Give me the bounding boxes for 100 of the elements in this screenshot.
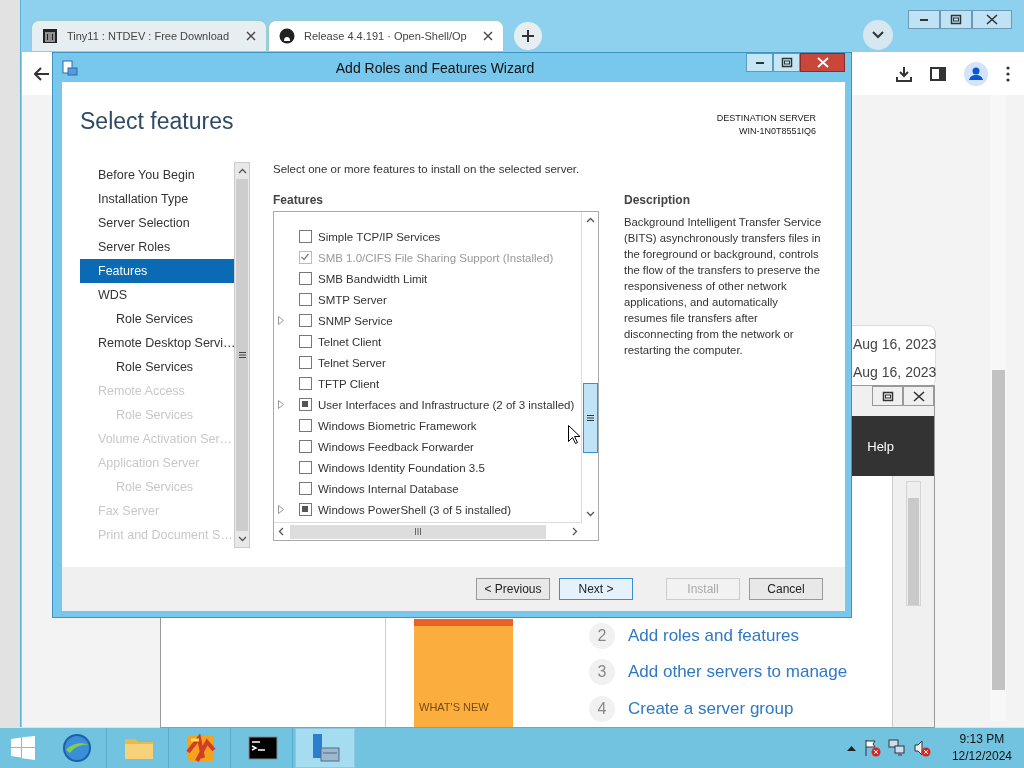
close-button[interactable] [800,53,845,72]
step-number: 3 [589,659,615,686]
maximize-button[interactable] [940,10,972,29]
network-icon[interactable] [887,739,906,757]
scroll-right-icon[interactable] [572,527,578,536]
wizard-step[interactable]: Installation Type [80,187,234,211]
scrollbar[interactable] [234,162,250,548]
checkbox[interactable] [299,230,312,243]
checkbox[interactable] [299,440,312,453]
scroll-down-icon[interactable] [237,536,247,542]
flag-icon[interactable] [862,739,881,757]
browser-tab[interactable]: Tiny11 : NTDEV : Free Download [31,20,267,52]
checkbox[interactable] [299,293,312,306]
browser-tab[interactable]: Release 4.4.191 · Open-Shell/Op [268,20,504,52]
checkbox[interactable] [299,482,312,495]
feature-label[interactable]: Telnet Server [318,356,386,369]
feature-label[interactable]: User Interfaces and Infrastructure (2 of 3 installed) [318,398,575,411]
close-icon[interactable] [483,31,493,41]
chevron-down-icon [872,31,884,39]
clock-date[interactable]: 12/12/2024 [951,748,1012,765]
whats-new-tile[interactable]: WHAT'S NEW [414,619,513,727]
feature-label[interactable]: Windows Identity Foundation 3.5 [318,461,485,474]
page-title: Select features [80,108,234,136]
scroll-left-icon[interactable] [278,527,284,536]
wizard-button[interactable]: < Previous [476,578,550,600]
expand-arrow-icon[interactable] [278,505,284,514]
scroll-up-icon[interactable] [585,217,595,223]
close-button[interactable] [972,10,1012,29]
scrollbar-thumb[interactable] [992,370,1005,690]
step-link[interactable]: Create a server group [628,698,794,719]
wizard-step[interactable]: WDS [80,283,234,307]
checkbox[interactable] [299,314,312,327]
section-heading: Description [624,193,691,209]
profile-icon[interactable] [964,61,988,86]
checkbox[interactable] [299,419,312,432]
checkbox[interactable] [299,461,312,474]
site-icon [279,28,295,44]
wizard-step[interactable]: Remote Desktop Servi… [80,331,234,355]
close-button[interactable] [903,386,934,406]
maximize-button[interactable] [773,53,800,72]
minimize-button[interactable] [746,53,773,72]
wizard-button[interactable]: Cancel [749,578,823,600]
tab-list-button[interactable] [863,20,893,50]
step-number: 2 [589,623,615,650]
grip-icon [586,415,594,421]
scroll-up-icon[interactable] [237,168,247,174]
feature-label[interactable]: Windows Feedback Forwarder [318,440,474,453]
close-icon[interactable] [246,31,256,41]
feature-label[interactable]: SMB Bandwidth Limit [318,272,428,285]
wizard-step[interactable]: Server Roles [80,235,234,259]
feature-label[interactable]: SNMP Service [318,314,393,327]
checkbox[interactable] [299,503,312,516]
step-link[interactable]: Add other servers to manage [628,662,848,683]
scrollbar-thumb[interactable] [582,383,598,453]
feature-label[interactable]: Simple TCP/IP Services [318,230,441,243]
help-menu[interactable]: Help [867,438,894,454]
destination-label: DESTINATION SERVER [716,112,816,125]
checkbox[interactable] [299,398,312,411]
maximize-button[interactable] [872,386,903,406]
checkbox[interactable] [299,335,312,348]
minimize-icon [755,61,764,64]
scrollbar-thumb[interactable] [290,524,546,539]
feature-label[interactable]: Windows Internal Database [318,482,459,495]
scrollbar[interactable] [274,522,582,540]
scrollbar[interactable] [990,95,1006,721]
back-arrow-icon[interactable] [34,66,50,81]
wizard-step[interactable]: Role Services [80,307,234,331]
tab-title: Tiny11 : NTDEV : Free Download [67,30,230,42]
wizard-step[interactable]: Role Services [80,355,234,379]
feature-label[interactable]: SMTP Server [318,293,387,306]
globe-icon [60,732,93,764]
maximize-icon [950,14,962,25]
checkbox[interactable] [299,356,312,369]
caret-up-icon[interactable] [846,745,856,751]
feature-label[interactable]: TFTP Client [318,377,380,390]
server-name: WIN-1N0T8551IQ6 [738,125,816,138]
feature-label[interactable]: Windows Biometric Framework [318,419,477,432]
wizard-button[interactable]: Next > [559,578,633,600]
feature-label[interactable]: Windows PowerShell (3 of 5 installed) [318,503,512,516]
grip-icon [415,528,421,535]
download-icon[interactable] [896,65,912,82]
clock-time[interactable]: 9:13 PM [959,731,1005,748]
feature-label[interactable]: Telnet Client [318,335,382,348]
sidebar-icon[interactable] [930,65,946,82]
expand-arrow-icon[interactable] [278,400,284,409]
new-tab-button[interactable] [514,22,542,50]
scrollbar[interactable] [906,481,921,606]
scrollbar[interactable] [581,212,598,522]
wizard-step[interactable]: Features [80,259,234,283]
step-link[interactable]: Add roles and features [628,626,800,647]
checkbox[interactable] [299,272,312,285]
scrollbar-thumb[interactable] [236,179,248,531]
speaker-icon[interactable] [912,739,931,757]
minimize-button[interactable] [908,10,940,29]
menu-icon[interactable] [1006,65,1010,82]
expand-arrow-icon[interactable] [278,316,284,325]
checkbox[interactable] [299,377,312,390]
wizard-step[interactable]: Server Selection [80,211,234,235]
wizard-step[interactable]: Before You Begin [80,163,234,187]
scroll-down-icon[interactable] [585,511,595,517]
